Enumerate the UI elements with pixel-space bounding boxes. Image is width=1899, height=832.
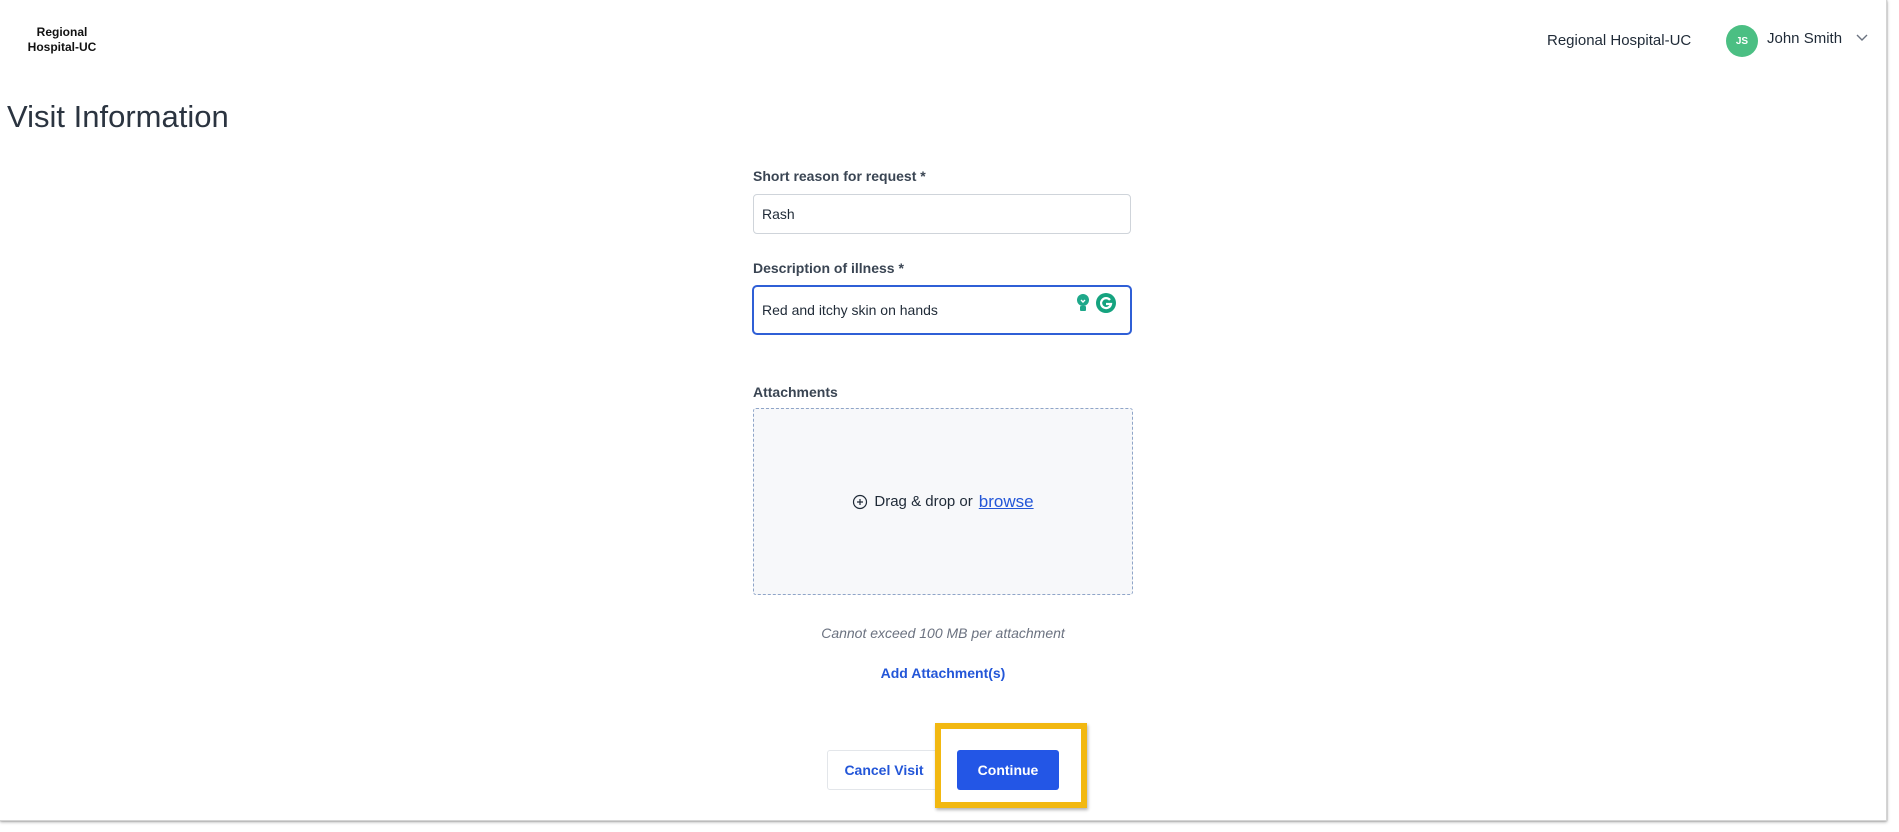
page-title: Visit Information xyxy=(7,99,229,134)
drop-zone-prompt: Drag & drop or browse xyxy=(852,492,1034,512)
grammarly-widget[interactable] xyxy=(1073,292,1117,314)
logo-line-2: Hospital-UC xyxy=(27,40,97,54)
drop-zone-text: Drag & drop or xyxy=(874,493,973,510)
reason-input[interactable] xyxy=(753,194,1131,234)
user-name[interactable]: John Smith xyxy=(1767,30,1842,47)
add-attachments-link[interactable]: Add Attachment(s) xyxy=(753,665,1133,681)
grammarly-bulb-icon[interactable] xyxy=(1073,292,1093,314)
plus-circle-icon xyxy=(853,494,868,509)
user-avatar[interactable]: JS xyxy=(1726,25,1758,57)
continue-button[interactable]: Continue xyxy=(957,750,1059,790)
chevron-down-icon[interactable] xyxy=(1855,30,1869,44)
app-window: Regional Hospital-UC Regional Hospital-U… xyxy=(0,0,1887,821)
organization-name[interactable]: Regional Hospital-UC xyxy=(1547,32,1691,49)
logo-line-1: Regional xyxy=(36,25,88,39)
attachments-label: Attachments xyxy=(753,384,838,400)
attachment-size-note: Cannot exceed 100 MB per attachment xyxy=(821,625,1065,641)
browse-link[interactable]: browse xyxy=(979,492,1034,512)
hospital-logo[interactable]: Regional Hospital-UC xyxy=(26,25,98,55)
attachment-drop-zone[interactable]: Drag & drop or browse xyxy=(753,408,1133,595)
grammarly-g-icon[interactable] xyxy=(1095,292,1117,314)
description-label: Description of illness * xyxy=(753,260,904,276)
cancel-visit-button[interactable]: Cancel Visit xyxy=(827,750,941,790)
reason-label: Short reason for request * xyxy=(753,168,926,184)
